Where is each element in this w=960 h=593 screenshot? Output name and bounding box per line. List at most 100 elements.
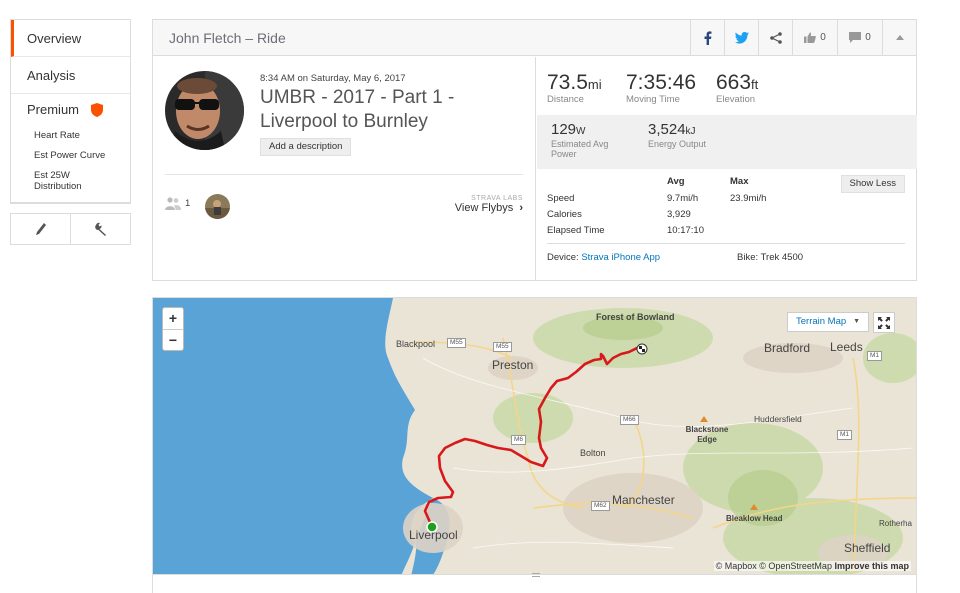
map-resize-strip <box>152 573 917 593</box>
map-canvas <box>153 298 916 574</box>
place-label: Bleaklow Head <box>726 514 783 523</box>
moving-time-label: Moving Time <box>626 94 680 105</box>
col-avg-header: Avg <box>667 176 685 187</box>
chevron-right-icon: › <box>519 202 523 214</box>
pencil-icon <box>35 223 46 235</box>
row-avg: 9.7mi/h <box>667 193 699 204</box>
sidebar-item-heart-rate[interactable]: Heart Rate <box>11 128 130 143</box>
row-max: 23.9mi/h <box>730 193 767 204</box>
sidebar-item-premium[interactable]: Premium <box>11 94 130 126</box>
row-avg: 3,929 <box>667 209 691 220</box>
view-flybys-link[interactable]: View Flybys › <box>455 202 523 214</box>
route-map[interactable]: + − Terrain Map ▼ Forest of Bowland Blac… <box>152 297 917 575</box>
zoom-out-button[interactable]: − <box>163 329 183 350</box>
road-label: M55 <box>447 338 466 348</box>
thumbs-up-icon <box>804 32 817 43</box>
distance-label: Distance <box>547 94 584 105</box>
divider <box>547 243 905 244</box>
place-label: Huddersfield <box>754 414 802 424</box>
show-less-button[interactable]: Show Less <box>840 175 905 193</box>
zoom-controls: + − <box>162 307 184 351</box>
share-button[interactable] <box>758 19 792 56</box>
sidebar-item-analysis[interactable]: Analysis <box>11 57 130 94</box>
device-label: Device: <box>547 252 579 263</box>
sidebar-item-power-curve[interactable]: Est Power Curve <box>11 148 130 163</box>
activity-name: UMBR - 2017 - Part 1 - Liverpool to Burn… <box>260 87 455 132</box>
energy-value: 3,524 <box>648 121 686 138</box>
elevation-value: 663 <box>716 71 752 94</box>
power-value: 129 <box>551 121 577 138</box>
fullscreen-button[interactable] <box>873 312 895 333</box>
strava-labs-label: STRAVA LABS <box>471 195 523 202</box>
place-label: Bolton <box>580 448 606 458</box>
group-athletes[interactable]: 1 <box>165 197 190 210</box>
road-label: M66 <box>620 415 639 425</box>
divider <box>165 174 523 175</box>
facebook-icon <box>704 30 711 45</box>
row-avg: 10:17:10 <box>667 225 704 236</box>
power-label: Estimated Avg Power <box>551 139 609 159</box>
map-attribution: © Mapbox © OpenStreetMap Improve this ma… <box>713 561 911 571</box>
row-label: Calories <box>547 209 582 220</box>
energy-unit: kJ <box>685 126 696 137</box>
place-label: Blackpool <box>396 339 436 349</box>
col-max-header: Max <box>730 176 749 187</box>
elevation-unit: ft <box>751 77 759 92</box>
device-link[interactable]: Strava iPhone App <box>581 252 660 263</box>
finish-marker <box>636 343 648 355</box>
zoom-in-button[interactable]: + <box>163 308 183 329</box>
kudos-count: 0 <box>820 32 826 43</box>
distance-unit: mi <box>587 77 602 92</box>
activity-header: John Fletch – Ride 0 0 <box>153 19 916 56</box>
stat-energy: 3,524kJ Energy Output <box>648 121 706 149</box>
stat-moving-time: 7:35:46 Moving Time <box>626 71 696 105</box>
moving-time-value: 7:35:46 <box>626 71 697 94</box>
group-count: 1 <box>185 198 191 209</box>
sidebar-item-overview[interactable]: Overview <box>11 20 130 57</box>
place-label: Sheffield <box>844 541 891 555</box>
place-label: Manchester <box>612 493 675 507</box>
fullscreen-icon <box>878 316 890 329</box>
road-label: M55 <box>493 342 512 352</box>
comment-icon <box>849 32 862 43</box>
bike-info: Bike: Trek 4500 <box>737 252 804 263</box>
athlete-photo <box>165 71 244 150</box>
elevation-label: Elevation <box>716 94 756 105</box>
caret-up-icon <box>895 35 904 40</box>
settings-button[interactable] <box>70 214 130 244</box>
group-athlete-photo <box>205 194 230 219</box>
athlete-avatar[interactable] <box>165 71 244 150</box>
comment-button[interactable]: 0 <box>837 19 882 56</box>
facebook-share-button[interactable] <box>690 19 724 56</box>
group-athlete-avatar[interactable] <box>205 194 230 219</box>
sidebar-tools <box>10 213 131 245</box>
improve-map-link[interactable]: Improve this map <box>834 561 909 571</box>
kudos-button[interactable]: 0 <box>792 19 837 56</box>
wrench-icon <box>94 222 106 236</box>
stat-power: 129W Estimated Avg Power <box>551 121 631 159</box>
device-info: Device: Strava iPhone App <box>547 252 660 263</box>
collapse-button[interactable] <box>882 19 916 56</box>
stat-elevation: 663ft Elevation <box>716 71 758 105</box>
twitter-share-button[interactable] <box>724 19 758 56</box>
resize-grip-icon[interactable] <box>532 573 540 577</box>
row-label: Elapsed Time <box>547 225 605 236</box>
flybys: STRAVA LABS View Flybys › <box>455 195 523 214</box>
activity-summary: 8:34 AM on Saturday, May 6, 2017 UMBR - … <box>153 57 536 281</box>
share-icon <box>769 31 782 44</box>
attribution-text[interactable]: © Mapbox © OpenStreetMap <box>716 561 832 571</box>
edit-button[interactable] <box>11 214 70 244</box>
road-label: M1 <box>867 351 883 361</box>
add-description-button[interactable]: Add a description <box>260 138 352 156</box>
view-flybys-label: View Flybys <box>454 202 514 214</box>
road-label: M6 <box>511 435 527 445</box>
stat-distance: 73.5mi Distance <box>547 71 602 105</box>
place-label: Forest of Bowland <box>596 312 675 322</box>
row-label: Speed <box>547 193 575 204</box>
place-label: Blackstone Edge <box>685 425 729 444</box>
map-style-select[interactable]: Terrain Map ▼ <box>787 312 870 332</box>
sidebar-item-power-distribution[interactable]: Est 25W Distribution <box>11 168 101 194</box>
road-label: M1 <box>837 430 853 440</box>
map-style-label: Terrain Map <box>796 316 847 327</box>
activity-title: John Fletch – Ride <box>169 29 286 46</box>
